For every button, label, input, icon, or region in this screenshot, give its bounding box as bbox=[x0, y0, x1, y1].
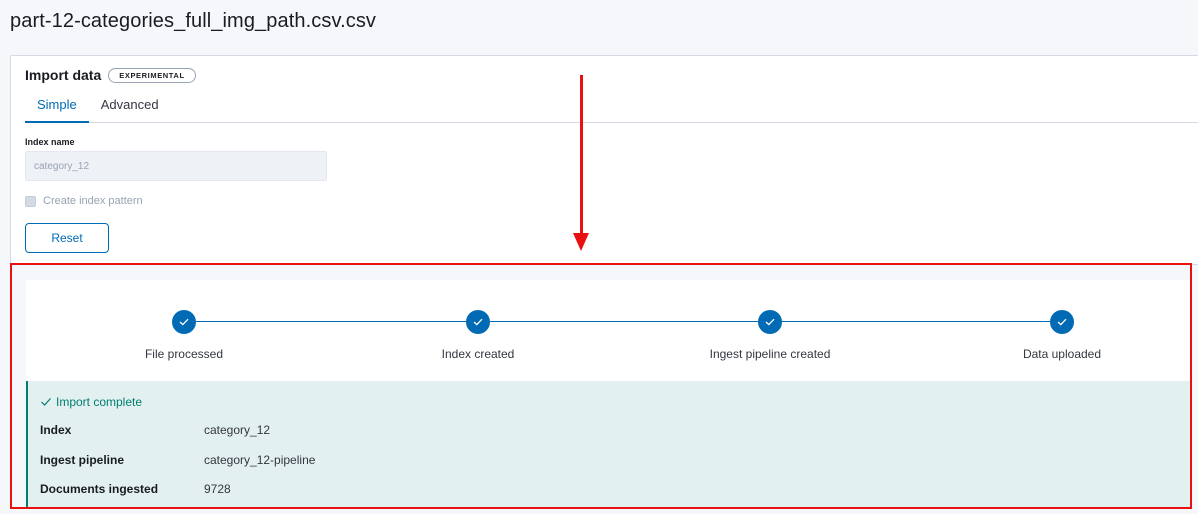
import-data-header: Import data EXPERIMENTAL bbox=[25, 67, 196, 83]
create-index-pattern-row[interactable]: Create index pattern bbox=[25, 195, 143, 207]
import-tabs: Simple Advanced bbox=[25, 92, 1198, 123]
check-icon bbox=[41, 398, 51, 406]
check-icon bbox=[466, 310, 490, 334]
result-value: category_12-pipeline bbox=[204, 453, 316, 467]
result-row-ingest-pipeline: Ingest pipeline category_12-pipeline bbox=[40, 453, 315, 467]
step-label: File processed bbox=[144, 347, 224, 361]
tab-simple[interactable]: Simple bbox=[25, 92, 89, 123]
import-data-panel: Import data EXPERIMENTAL Simple Advanced… bbox=[10, 55, 1198, 265]
result-row-index: Index category_12 bbox=[40, 423, 270, 437]
import-progress-steps: File processed Index created Ingest pipe… bbox=[26, 280, 1190, 390]
step-label: Index created bbox=[441, 347, 515, 361]
check-icon bbox=[1050, 310, 1074, 334]
experimental-badge: EXPERIMENTAL bbox=[108, 67, 196, 83]
page-title: part-12-categories_full_img_path.csv.csv bbox=[10, 10, 377, 32]
import-complete-callout: Import complete Index category_12 Ingest… bbox=[26, 381, 1190, 507]
step-label: Ingest pipeline created bbox=[709, 347, 831, 361]
import-complete-label: Import complete bbox=[56, 395, 143, 409]
annotation-arrow-head bbox=[573, 233, 589, 251]
reset-button[interactable]: Reset bbox=[25, 223, 109, 253]
step-index-created: Index created bbox=[368, 310, 588, 361]
index-name-label: Index name bbox=[25, 137, 75, 147]
import-complete-title: Import complete bbox=[40, 395, 142, 409]
result-value: category_12 bbox=[204, 423, 271, 437]
result-key: Ingest pipeline bbox=[40, 453, 125, 467]
result-row-documents-ingested: Documents ingested 9728 bbox=[40, 482, 231, 496]
annotation-highlight-box: File processed Index created Ingest pipe… bbox=[10, 263, 1192, 509]
annotation-arrow-line bbox=[580, 75, 583, 235]
create-index-pattern-checkbox[interactable] bbox=[25, 195, 36, 207]
step-data-uploaded: Data uploaded bbox=[952, 310, 1172, 361]
tab-advanced[interactable]: Advanced bbox=[89, 92, 171, 122]
step-label: Data uploaded bbox=[1022, 347, 1102, 361]
index-name-input[interactable] bbox=[25, 151, 327, 181]
step-ingest-pipeline-created: Ingest pipeline created bbox=[660, 310, 880, 361]
check-icon bbox=[758, 310, 782, 334]
check-icon bbox=[172, 310, 196, 334]
create-index-pattern-label: Create index pattern bbox=[43, 195, 143, 207]
result-value: 9728 bbox=[204, 482, 231, 496]
steps-connector-line bbox=[184, 321, 1066, 322]
result-key: Index bbox=[40, 423, 72, 437]
step-file-processed: File processed bbox=[74, 310, 294, 361]
result-key: Documents ingested bbox=[40, 482, 159, 496]
import-data-title: Import data bbox=[25, 67, 102, 83]
